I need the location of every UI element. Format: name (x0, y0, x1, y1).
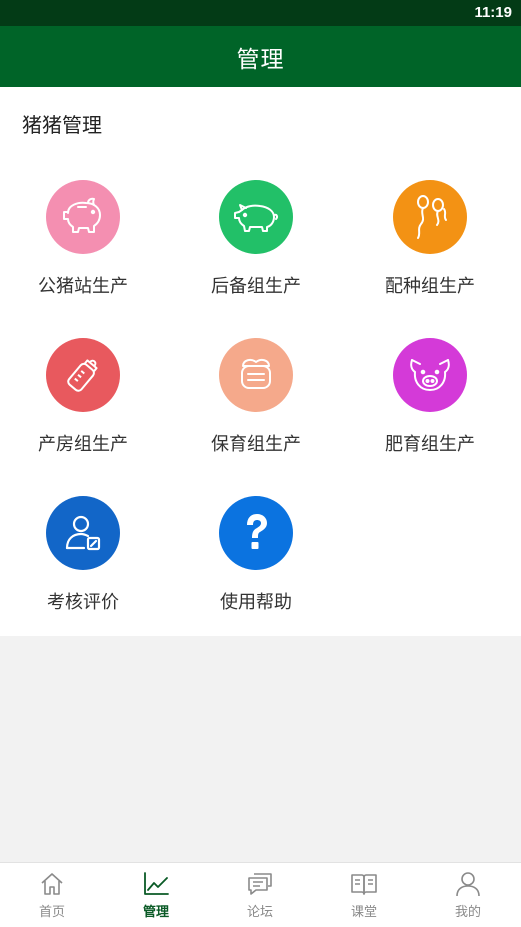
tile-boar-station[interactable]: 公猪站生产 (0, 180, 170, 320)
status-time: 11:19 (474, 4, 512, 21)
sperm-icon (393, 180, 467, 254)
tile-label: 公猪站生产 (38, 276, 128, 297)
food-jar-icon (219, 338, 293, 412)
pig-icon (219, 180, 293, 254)
nav-label: 论坛 (246, 905, 273, 920)
nav-forum[interactable]: 论坛 (208, 863, 312, 927)
tile-help[interactable]: 使用帮助 (169, 496, 343, 636)
management-panel: 猪猪管理 公猪站生产 后备组生产 配种组生产 产房组生产 保育组生产 肥育组生产… (0, 87, 521, 636)
chart-icon (144, 872, 169, 895)
bottom-nav: 首页 管理 论坛 课堂 我的 (0, 862, 521, 927)
section-title: 猪猪管理 (22, 113, 102, 137)
tile-label: 考核评价 (47, 592, 119, 613)
tile-reserve-group[interactable]: 后备组生产 (169, 180, 343, 320)
book-icon (351, 874, 377, 895)
user-edit-icon (46, 496, 120, 570)
tile-label: 配种组生产 (385, 276, 475, 297)
nav-profile[interactable]: 我的 (416, 863, 520, 927)
nav-label: 管理 (142, 905, 169, 920)
nav-label: 我的 (454, 905, 481, 920)
tile-label: 保育组生产 (211, 434, 301, 455)
tile-nursery-group[interactable]: 保育组生产 (169, 338, 343, 478)
nav-classroom[interactable]: 课堂 (312, 863, 416, 927)
tile-breeding-group[interactable]: 配种组生产 (343, 180, 517, 320)
nav-label: 课堂 (350, 905, 377, 920)
tile-label: 肥育组生产 (385, 434, 475, 455)
tile-farrowing-group[interactable]: 产房组生产 (0, 338, 170, 478)
nav-home[interactable]: 首页 (0, 863, 104, 927)
tile-fattening-group[interactable]: 肥育组生产 (343, 338, 517, 478)
status-bar: 11:19 (0, 0, 521, 26)
app-bar: 管理 (0, 26, 521, 87)
piggy-bank-icon (46, 180, 120, 254)
page-title: 管理 (236, 46, 285, 73)
nav-management[interactable]: 管理 (104, 863, 208, 927)
user-icon (456, 872, 480, 897)
nav-label: 首页 (38, 905, 65, 920)
pig-face-icon (393, 338, 467, 412)
home-icon (41, 873, 63, 895)
chat-icon (248, 873, 272, 895)
tile-label: 后备组生产 (211, 276, 301, 297)
tile-label: 使用帮助 (220, 592, 292, 613)
baby-bottle-icon (46, 338, 120, 412)
question-icon (219, 496, 293, 570)
tile-label: 产房组生产 (38, 434, 128, 455)
tile-assessment[interactable]: 考核评价 (0, 496, 170, 636)
